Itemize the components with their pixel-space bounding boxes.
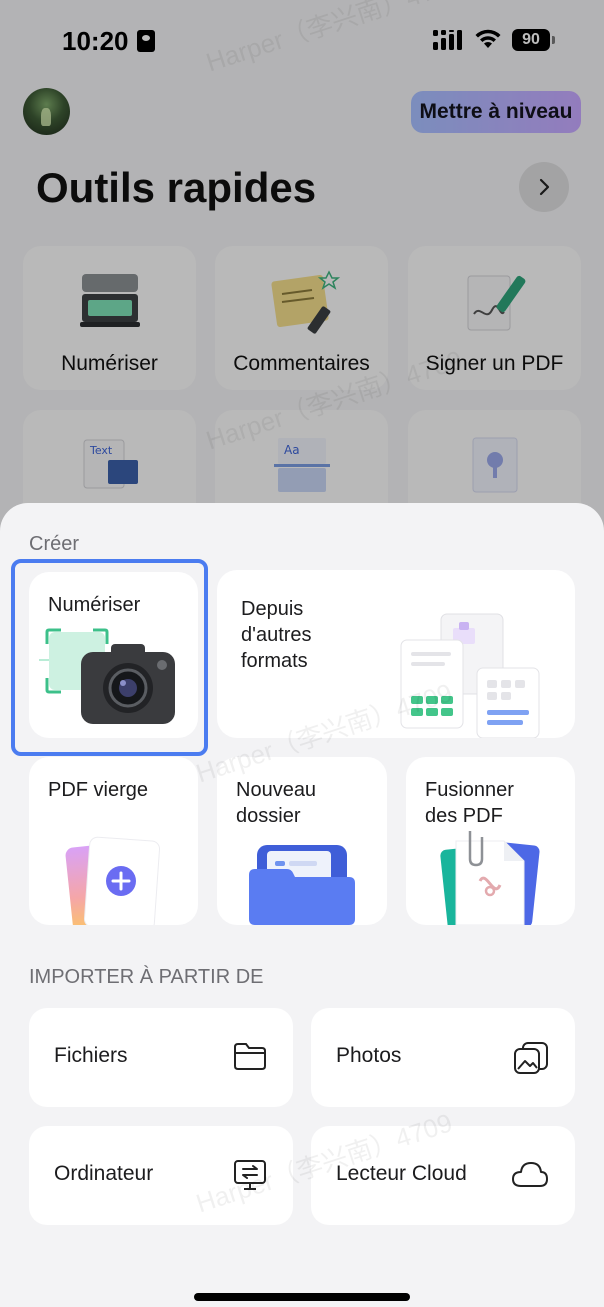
create-merge-pdf-card[interactable]: Fusionner des PDF xyxy=(406,757,575,925)
create-new-folder-card[interactable]: Nouveau dossier xyxy=(217,757,387,925)
card-title: Depuis d'autres formats xyxy=(241,598,312,672)
create-sheet: Créer Numériser Depuis d'autres formats xyxy=(0,503,604,1307)
card-title: PDF vierge xyxy=(48,779,149,801)
cloud-icon xyxy=(512,1162,548,1187)
import-label: Fichiers xyxy=(54,1044,128,1067)
folder-outline-icon xyxy=(234,1043,266,1070)
merge-pdf-icon xyxy=(440,831,540,925)
folder-icon xyxy=(249,845,355,925)
import-label: Ordinateur xyxy=(54,1162,154,1185)
create-blank-pdf-card[interactable]: PDF vierge xyxy=(29,757,198,925)
card-title: Nouveau dossier xyxy=(236,779,317,827)
card-title: Fusionner des PDF xyxy=(425,779,514,827)
import-photos-button[interactable]: Photos xyxy=(311,1008,575,1107)
blank-pdf-icon xyxy=(65,836,161,925)
home-indicator[interactable] xyxy=(194,1293,410,1301)
import-files-button[interactable]: Fichiers xyxy=(29,1008,293,1107)
selection-highlight xyxy=(11,559,208,756)
section-create-label: Créer xyxy=(29,533,80,555)
section-import-label: IMPORTER À PARTIR DE xyxy=(29,966,264,988)
import-label: Photos xyxy=(336,1044,402,1067)
photos-icon xyxy=(514,1042,548,1074)
